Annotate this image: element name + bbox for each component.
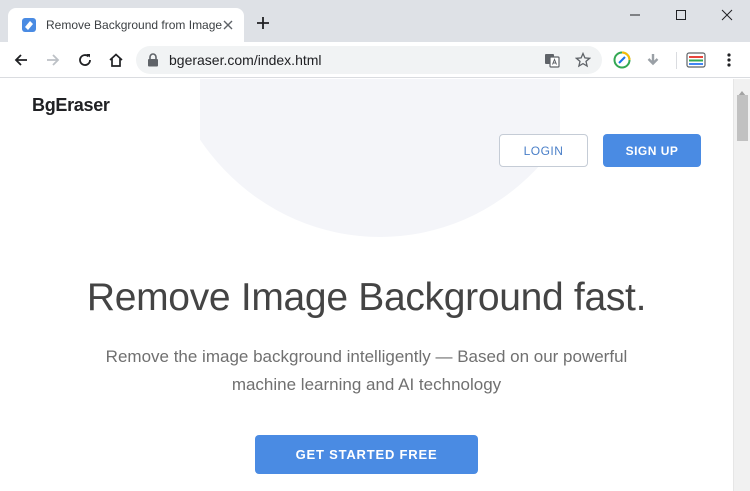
scrollbar[interactable] xyxy=(733,79,750,491)
scrollbar-thumb[interactable] xyxy=(737,95,748,141)
lock-icon[interactable] xyxy=(147,53,159,67)
window-close-icon[interactable] xyxy=(704,4,750,26)
forward-icon[interactable] xyxy=(40,47,66,73)
browser-toolbar: bgeraser.com/index.html xyxy=(0,42,750,78)
tab-strip: Remove Background from Image xyxy=(0,0,750,42)
plus-icon[interactable] xyxy=(252,12,274,34)
subtitle-line-2: machine learning and AI technology xyxy=(231,375,502,394)
close-icon[interactable] xyxy=(220,17,236,33)
scroll-up-icon[interactable] xyxy=(738,83,746,96)
home-icon[interactable] xyxy=(103,47,129,73)
minimize-icon[interactable] xyxy=(612,4,658,26)
page-title: Remove Image Background fast. xyxy=(86,276,647,319)
back-icon[interactable] xyxy=(8,47,34,73)
toolbar-separator xyxy=(676,52,677,69)
browser-window: Remove Background from Image bgeraser.co… xyxy=(0,0,750,491)
maximize-icon[interactable] xyxy=(658,4,704,26)
star-icon[interactable] xyxy=(573,50,593,70)
login-button[interactable]: LOGIN xyxy=(499,134,588,167)
url-text: bgeraser.com/index.html xyxy=(169,52,322,68)
extension-icon-2[interactable] xyxy=(683,47,709,73)
favicon-icon xyxy=(21,17,37,33)
menu-icon[interactable] xyxy=(716,47,742,73)
extension-icon[interactable] xyxy=(609,47,635,73)
subtitle-line-1: Remove the image background intelligentl… xyxy=(105,347,628,366)
tab-title: Remove Background from Image xyxy=(46,18,222,32)
download-icon[interactable] xyxy=(640,47,666,73)
browser-tab[interactable]: Remove Background from Image xyxy=(8,8,244,42)
signup-button[interactable]: SIGN UP xyxy=(603,134,701,167)
reload-icon[interactable] xyxy=(72,47,98,73)
site-logo[interactable]: BgEraser xyxy=(32,95,110,116)
address-bar[interactable]: bgeraser.com/index.html xyxy=(136,46,602,74)
get-started-button[interactable]: GET STARTED FREE xyxy=(255,435,478,474)
page-viewport: BgEraser LOGIN SIGN UP Remove Image Back… xyxy=(0,79,733,491)
translate-icon[interactable] xyxy=(542,50,562,70)
